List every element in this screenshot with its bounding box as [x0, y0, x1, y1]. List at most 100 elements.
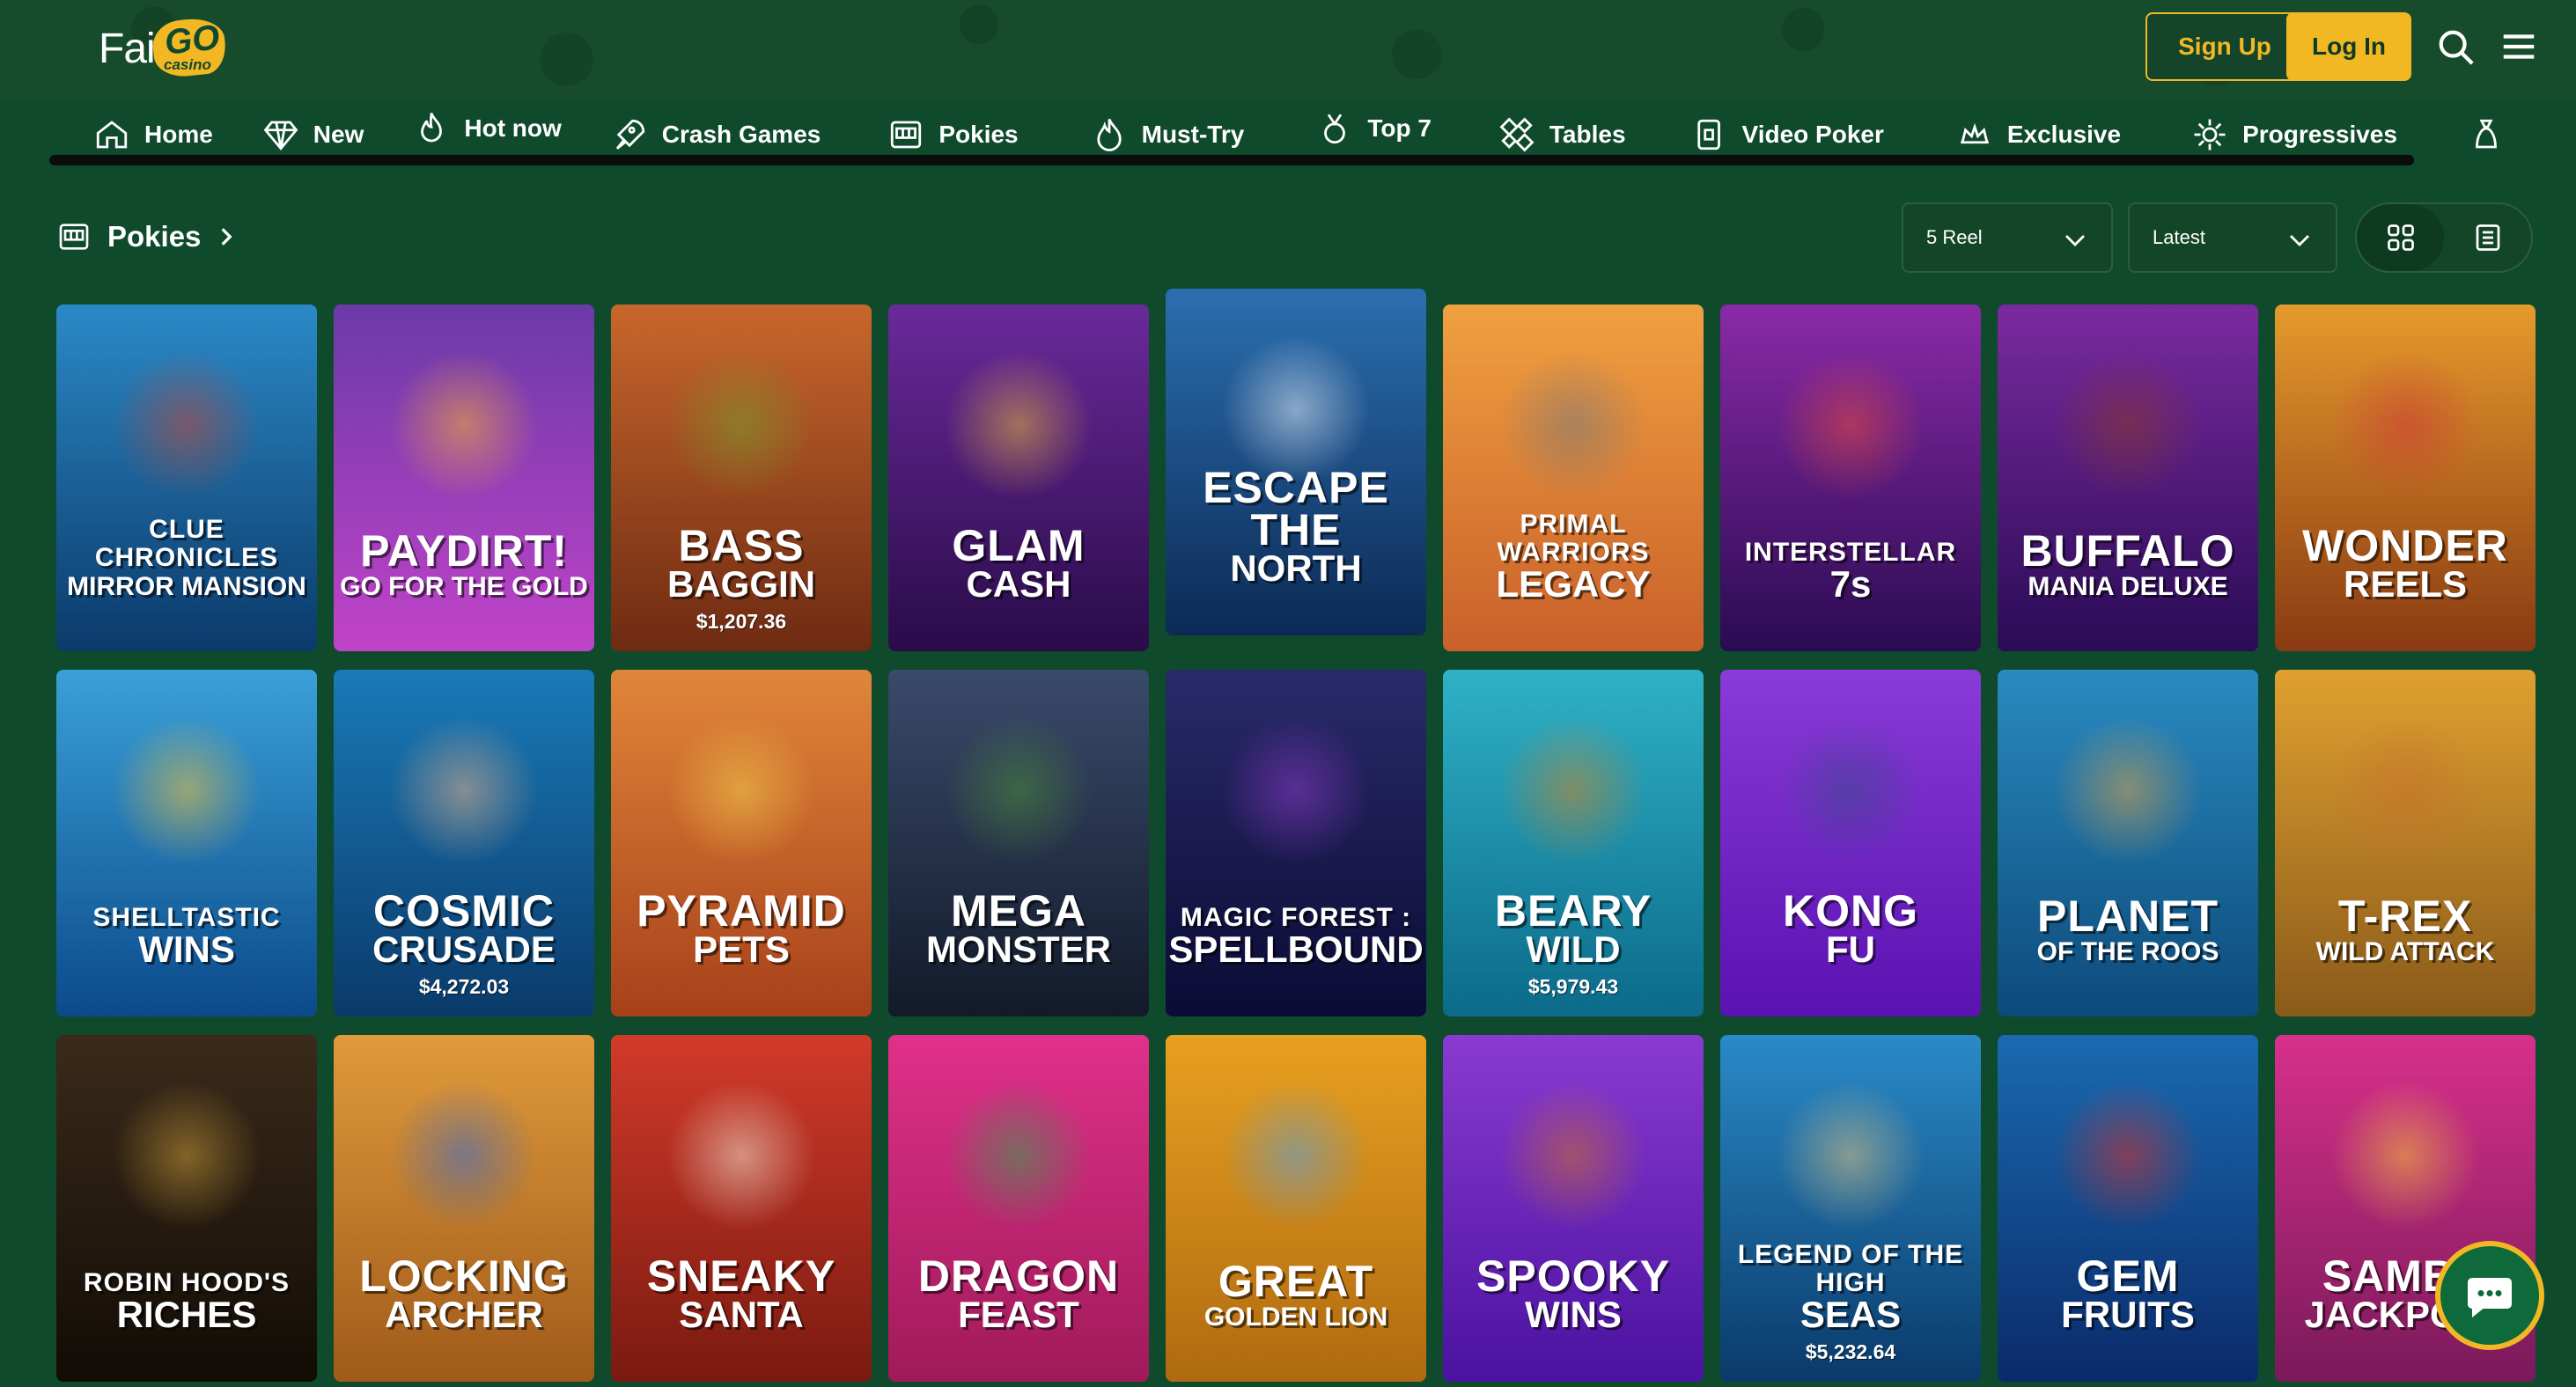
- game-title-line2: REELS: [2343, 563, 2468, 605]
- logo-casino: casino: [164, 56, 211, 73]
- section-title-pokies[interactable]: Pokies: [56, 216, 254, 257]
- game-card[interactable]: PLANET OF THE ROOS: [1998, 670, 2258, 1016]
- grid-view-button[interactable]: [2357, 204, 2444, 271]
- game-title-line2: SEAS: [1800, 1294, 1902, 1335]
- game-card[interactable]: BEARY WILD $5,979.43: [1443, 670, 1704, 1016]
- game-title-line2: WINS: [138, 928, 235, 970]
- nav-item-progressives[interactable]: Progressives: [2191, 107, 2397, 162]
- game-artwork: [2330, 350, 2480, 500]
- game-card[interactable]: GEM FRUITS: [1998, 1035, 2258, 1382]
- game-title-line2: LEGACY: [1496, 563, 1651, 605]
- log-in-button[interactable]: Log In: [2286, 12, 2411, 81]
- game-jackpot-amount: $5,979.43: [1527, 975, 1619, 998]
- game-card[interactable]: SNEAKY SANTA: [611, 1035, 872, 1382]
- game-artwork: [666, 1081, 816, 1230]
- game-card[interactable]: ROBIN HOOD'S RICHES: [56, 1035, 317, 1382]
- reel-filter-select[interactable]: 5 Reel: [1902, 202, 2113, 273]
- game-card[interactable]: WONDER REELS: [2275, 305, 2536, 651]
- game-card[interactable]: BUFFALO MANIA DELUXE: [1998, 305, 2258, 651]
- game-title-line1: BEARY: [1494, 886, 1652, 936]
- game-title-line2: CASH: [966, 563, 1071, 605]
- game-title-line1: T-REX: [2337, 892, 2473, 941]
- nav-item-must-try[interactable]: Must-Try: [1091, 107, 1244, 162]
- site-header: Fair GO casino Sign Up Log In: [0, 0, 2576, 99]
- game-title-line1: CLUE CHRONICLES: [94, 515, 279, 572]
- nav-item-new[interactable]: New: [262, 107, 364, 162]
- slot-machine-icon: [59, 224, 89, 250]
- game-title-line2: FRUITS: [2061, 1294, 2195, 1335]
- game-title-line2: RICHES: [116, 1294, 257, 1335]
- game-title-line2: BAGGIN: [667, 563, 815, 605]
- game-title-line1: SPOOKY: [1476, 1251, 1670, 1301]
- section-title-text: Pokies: [107, 220, 202, 253]
- game-card[interactable]: LOCKING ARCHER: [334, 1035, 594, 1382]
- nav-item-more[interactable]: [2468, 107, 2519, 162]
- game-artwork: [944, 350, 1093, 500]
- nav-item-tables[interactable]: Tables: [1498, 107, 1626, 162]
- fire-icon: [1096, 118, 1122, 151]
- nav-item-pokies[interactable]: Pokies: [887, 107, 1019, 162]
- game-title-line1: GREAT: [1218, 1257, 1374, 1306]
- game-title-line1: LEGEND OF THE HIGH: [1737, 1240, 1964, 1297]
- game-card[interactable]: COSMIC CRUSADE $4,272.03: [334, 670, 594, 1016]
- game-jackpot-amount: $1,207.36: [696, 610, 787, 633]
- game-title-line1: PYRAMID: [637, 886, 846, 936]
- game-card[interactable]: CLUE CHRONICLES MIRROR MANSION: [56, 305, 317, 651]
- game-card[interactable]: MAGIC FOREST : SPELLBOUND: [1166, 670, 1426, 1016]
- chevron-down-icon: [2065, 235, 2085, 246]
- game-card[interactable]: SHELLTASTIC WINS: [56, 670, 317, 1016]
- game-title-line2: PETS: [693, 928, 790, 970]
- game-artwork: [1498, 350, 1648, 500]
- game-title-line1: PRIMAL WARRIORS: [1497, 510, 1650, 567]
- rocket-icon: [615, 119, 644, 150]
- game-card[interactable]: GREAT GOLDEN LION: [1166, 1035, 1426, 1382]
- game-title-line2: FEAST: [958, 1294, 1079, 1335]
- fairgo-logo[interactable]: Fair GO casino: [99, 15, 239, 81]
- game-card[interactable]: PRIMAL WARRIORS LEGACY: [1443, 305, 1704, 651]
- game-card[interactable]: SPOOKY WINS: [1443, 1035, 1704, 1382]
- game-card[interactable]: INTERSTELLAR 7s: [1720, 305, 1981, 651]
- chevron-down-icon: [2290, 235, 2309, 246]
- game-artwork: [1498, 1081, 1648, 1230]
- game-artwork: [389, 1081, 539, 1230]
- nav-item-home[interactable]: Home: [93, 107, 213, 162]
- game-artwork: [1776, 716, 1925, 865]
- game-title-line2: MANIA DELUXE: [2028, 572, 2228, 601]
- sign-up-button[interactable]: Sign Up: [2145, 12, 2304, 81]
- game-title-line2: SANTA: [679, 1294, 804, 1335]
- search-icon[interactable]: [2435, 26, 2476, 67]
- list-view-button[interactable]: [2444, 204, 2531, 271]
- nav-item-top-7[interactable]: Top 7: [1316, 101, 1432, 156]
- hamburger-menu-icon[interactable]: [2499, 26, 2539, 67]
- nav-label-new: New: [313, 121, 364, 148]
- game-card[interactable]: PYRAMID PETS: [611, 670, 872, 1016]
- game-title-line2: OF THE ROOS: [2036, 937, 2219, 966]
- nav-item-hot-now[interactable]: Hot now: [413, 101, 562, 156]
- nav-item-crash-games[interactable]: Crash Games: [611, 107, 821, 162]
- game-card[interactable]: KONG FU: [1720, 670, 1981, 1016]
- sort-select[interactable]: Latest: [2128, 202, 2337, 273]
- game-card[interactable]: DRAGON FEAST: [888, 1035, 1149, 1382]
- game-artwork: [1498, 716, 1648, 865]
- game-title-line2: FU: [1826, 928, 1875, 970]
- game-card[interactable]: ESCAPE THE NORTH: [1166, 289, 1426, 635]
- game-card[interactable]: MEGA MONSTER: [888, 670, 1149, 1016]
- nav-item-video-poker[interactable]: Video Poker: [1691, 107, 1884, 162]
- game-artwork: [2330, 716, 2480, 865]
- game-title-line1: COSMIC: [373, 886, 555, 936]
- live-chat-button[interactable]: [2435, 1241, 2544, 1350]
- game-title-line2: MIRROR MANSION: [67, 572, 306, 601]
- nav-scrollbar[interactable]: [49, 155, 2414, 165]
- game-card[interactable]: GLAM CASH: [888, 305, 1149, 651]
- game-card[interactable]: BASS BAGGIN $1,207.36: [611, 305, 872, 651]
- game-artwork: [1221, 334, 1371, 484]
- game-card[interactable]: PAYDIRT! GO FOR THE GOLD: [334, 305, 594, 651]
- game-title-line1: SNEAKY: [646, 1251, 836, 1301]
- nav-item-exclusive[interactable]: Exclusive: [1956, 107, 2121, 162]
- game-card[interactable]: LEGEND OF THE HIGH SEAS $5,232.64: [1720, 1035, 1981, 1382]
- flame-icon: [421, 113, 443, 143]
- game-title-line1: DRAGON: [917, 1251, 1120, 1301]
- game-card[interactable]: T-REX WILD ATTACK: [2275, 670, 2536, 1016]
- grid-icon: [2387, 224, 2414, 251]
- game-title-line2: GO FOR THE GOLD: [340, 572, 588, 601]
